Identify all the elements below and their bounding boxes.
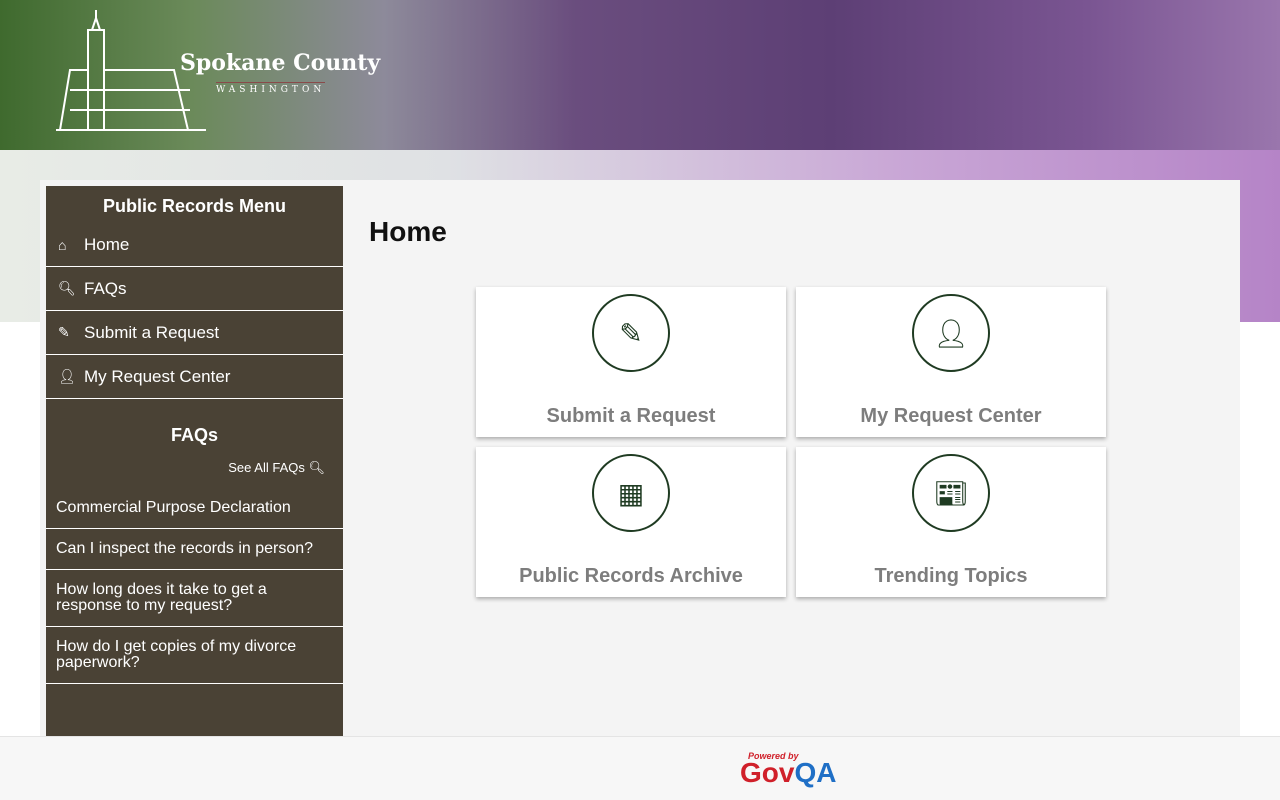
- county-state: WASHINGTON: [216, 82, 326, 95]
- user-icon: 👤︎: [912, 294, 990, 372]
- search-icon: 🔍︎: [58, 280, 76, 296]
- sidebar-title: Public Records Menu: [102, 196, 287, 216]
- sidebar-item-label: Submit a Request: [84, 322, 220, 342]
- brand-qa: QA: [794, 757, 837, 788]
- sidebar-item-label: FAQs: [84, 278, 127, 298]
- edit-icon: ✎: [592, 294, 670, 372]
- tile-label: Trending Topics: [874, 565, 1028, 587]
- tile-submit-request[interactable]: ✎ Submit a Request: [476, 287, 786, 437]
- footer: Powered by GovQA: [0, 736, 1280, 800]
- faq-item[interactable]: Commercial Purpose Declaration: [46, 488, 343, 529]
- faq-item[interactable]: Can I inspect the records in person?: [46, 529, 343, 570]
- tile-trending-topics[interactable]: 📰︎ Trending Topics: [796, 447, 1106, 597]
- newspaper-icon: 📰︎: [912, 454, 990, 532]
- sidebar-item-faqs[interactable]: 🔍︎ FAQs: [46, 267, 343, 311]
- archive-icon: ▦: [592, 454, 670, 532]
- county-logo[interactable]: Spokane County WASHINGTON: [56, 10, 380, 132]
- faqs-title: FAQs: [170, 425, 218, 445]
- sidebar-item-submit-request[interactable]: ✎ Submit a Request: [46, 311, 343, 355]
- sidebar-item-my-request-center[interactable]: 👤︎ My Request Center: [46, 355, 343, 399]
- sidebar-item-home[interactable]: ⌂ Home: [46, 223, 343, 267]
- edit-icon: ✎: [58, 324, 70, 340]
- tile-public-records-archive[interactable]: ▦ Public Records Archive: [476, 447, 786, 597]
- sidebar-item-label: My Request Center: [84, 366, 231, 386]
- faq-item[interactable]: How do I get copies of my divorce paperw…: [46, 627, 343, 684]
- see-all-faqs-link[interactable]: See All FAQs 🔍︎: [46, 452, 343, 488]
- sidebar: Public Records Menu ⌂ Home 🔍︎ FAQs ✎ Submit…: [46, 186, 343, 736]
- county-name: Spokane County: [180, 50, 381, 76]
- page-title: Home: [369, 216, 447, 247]
- faq-item[interactable]: How long does it take to get a response …: [46, 570, 343, 627]
- tile-label: My Request Center: [860, 405, 1042, 427]
- tile-label: Submit a Request: [546, 405, 716, 427]
- brand-gov: Gov: [740, 757, 795, 788]
- search-icon: 🔍︎: [308, 460, 325, 475]
- main-panel: Public Records Menu ⌂ Home 🔍︎ FAQs ✎ Submit…: [40, 180, 1240, 736]
- tile-label: Public Records Archive: [519, 565, 743, 587]
- home-icon: ⌂: [58, 236, 67, 253]
- govqa-logo[interactable]: Powered by GovQA: [740, 751, 837, 788]
- tile-my-request-center[interactable]: 👤︎ My Request Center: [796, 287, 1106, 437]
- user-icon: 👤︎: [58, 368, 76, 384]
- see-all-label: See All FAQs: [228, 460, 305, 475]
- sidebar-item-label: Home: [84, 234, 130, 254]
